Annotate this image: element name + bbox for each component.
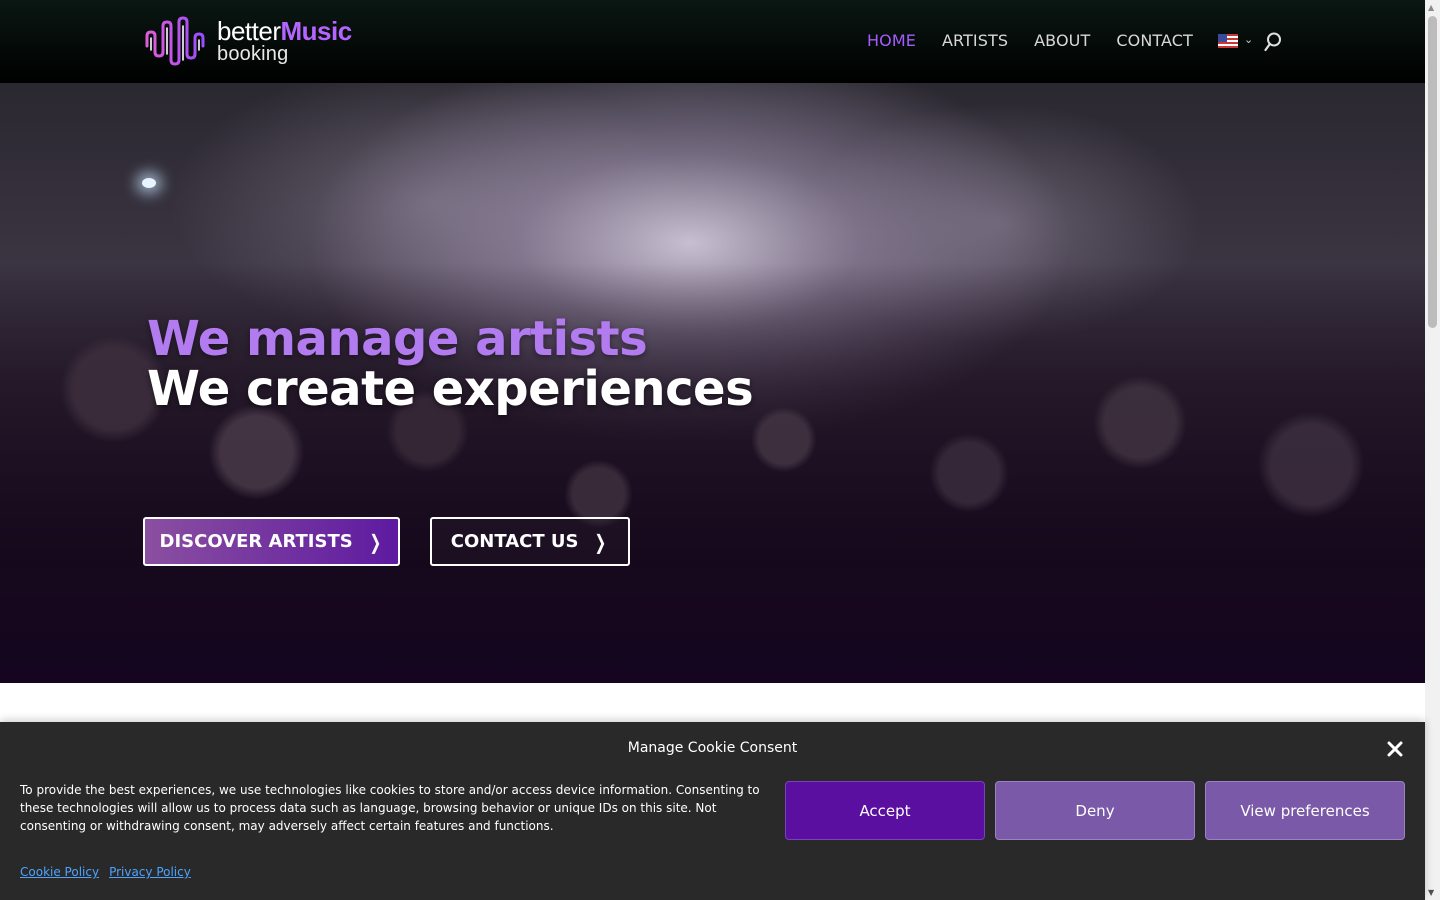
logo-word-music: Music bbox=[280, 16, 353, 46]
cookie-consent-banner: Manage Cookie Consent To provide the bes… bbox=[0, 722, 1425, 900]
cookie-description: To provide the best experiences, we use … bbox=[20, 783, 760, 833]
scroll-up-arrow-icon[interactable]: ▲ bbox=[1428, 3, 1434, 12]
chevron-down-icon: ⌄ bbox=[1243, 33, 1254, 46]
scroll-down-arrow-icon[interactable]: ▼ bbox=[1428, 888, 1434, 897]
us-flag-icon bbox=[1217, 33, 1238, 48]
hero-heading-line2: We create experiences bbox=[147, 361, 754, 417]
nav-contact[interactable]: CONTACT bbox=[1116, 31, 1193, 50]
discover-artists-button[interactable]: DISCOVER ARTISTS ❯ bbox=[143, 517, 400, 566]
search-icon[interactable] bbox=[1264, 32, 1282, 52]
chevron-right-icon: ❯ bbox=[594, 529, 607, 554]
nav-artists[interactable]: ARTISTS bbox=[942, 31, 1008, 50]
cookie-policy-links: Cookie Policy Privacy Policy bbox=[20, 865, 191, 879]
nav-home[interactable]: HOME bbox=[867, 31, 916, 50]
discover-artists-label: DISCOVER ARTISTS bbox=[159, 531, 353, 552]
cookie-title: Manage Cookie Consent bbox=[627, 740, 798, 756]
site-header: betterMusic booking HOME ARTISTS ABOUT C… bbox=[0, 0, 1425, 83]
language-switcher[interactable]: ⌄ bbox=[1217, 33, 1254, 48]
scrollbar-thumb[interactable] bbox=[1428, 16, 1437, 328]
hero-section: We manage artists We create experiences … bbox=[0, 83, 1425, 683]
contact-us-label: CONTACT US bbox=[450, 531, 579, 552]
logo-word-booking: booking bbox=[217, 43, 289, 65]
contact-us-button[interactable]: CONTACT US ❯ bbox=[430, 517, 630, 566]
deny-button[interactable]: Deny bbox=[995, 781, 1195, 840]
nav-about[interactable]: ABOUT bbox=[1034, 31, 1090, 50]
close-icon[interactable] bbox=[1385, 739, 1405, 759]
logo-word-better: better bbox=[217, 16, 281, 46]
logo-wordmark: betterMusic booking bbox=[217, 18, 352, 64]
soundwave-logo-icon bbox=[145, 16, 205, 66]
view-preferences-button[interactable]: View preferences bbox=[1205, 781, 1405, 840]
cookie-policy-link[interactable]: Cookie Policy bbox=[20, 865, 99, 879]
stage-light bbox=[142, 178, 156, 188]
main-nav: HOME ARTISTS ABOUT CONTACT ⌄ bbox=[867, 31, 1253, 50]
privacy-policy-link[interactable]: Privacy Policy bbox=[109, 865, 191, 879]
site-logo[interactable]: betterMusic booking bbox=[145, 16, 375, 66]
hero-heading-line1: We manage artists bbox=[147, 311, 648, 367]
accept-button[interactable]: Accept bbox=[785, 781, 985, 840]
chevron-right-icon: ❯ bbox=[369, 529, 381, 554]
page-scrollbar[interactable]: ▲ ▼ bbox=[1425, 0, 1440, 900]
